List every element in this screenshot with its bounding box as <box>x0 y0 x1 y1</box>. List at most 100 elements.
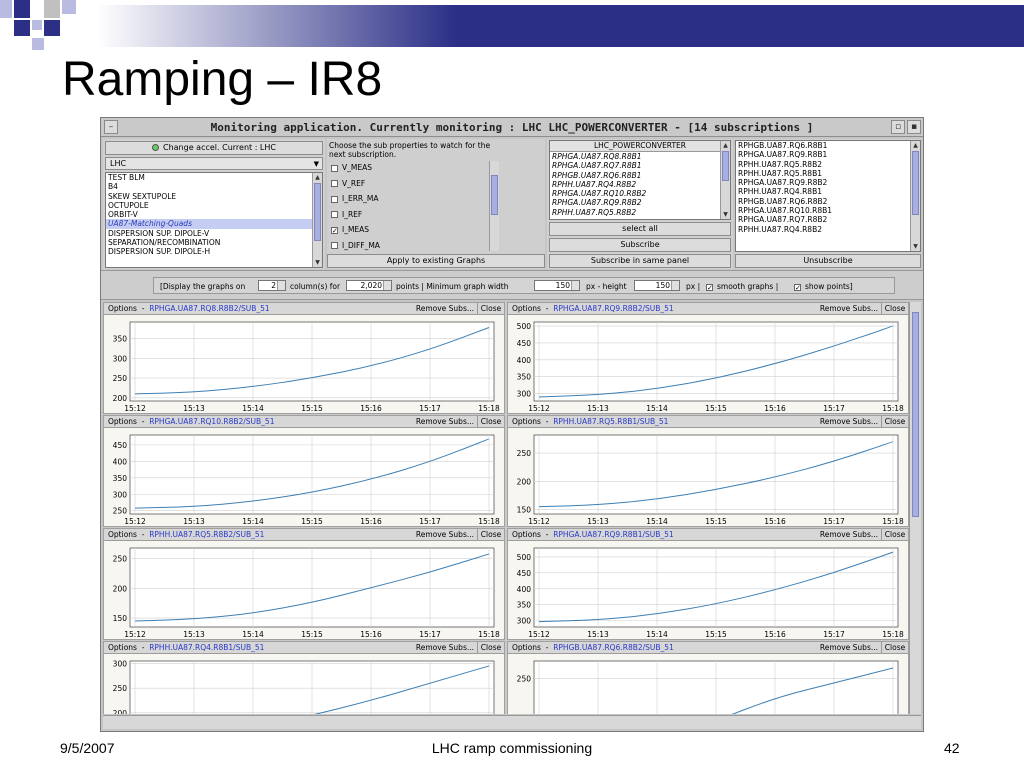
converter-list-scrollbar[interactable]: ▲ ▼ <box>720 141 730 219</box>
scroll-thumb[interactable] <box>314 183 321 241</box>
points-spinner[interactable]: 2,020 <box>346 280 392 291</box>
converter-list-item[interactable]: RPHGA.UA87.RQ7.R8B1 <box>550 161 730 170</box>
converter-list-item[interactable]: RPHH.UA87.RQ4.R8B2 <box>550 180 730 189</box>
subscription-list-item[interactable]: RPHGA.UA87.RQ9.R8B2 <box>736 178 920 187</box>
properties-scrollbar[interactable] <box>489 161 499 251</box>
scroll-down-icon[interactable]: ▼ <box>721 210 730 219</box>
subscription-list-item[interactable]: RPHH.UA87.RQ5.R8B1 <box>736 169 920 178</box>
accel-select[interactable]: LHC ▼ <box>105 157 323 170</box>
y-tick-label: 400 <box>113 457 128 466</box>
converter-list-item[interactable]: RPHH.UA87.RQ5.R8B2 <box>550 208 730 217</box>
remove-subs-button[interactable]: Remove Subs... <box>416 643 474 652</box>
options-label: Options <box>108 530 137 539</box>
graph-options-menu[interactable]: Options - RPHH.UA87.RQ5.R8B2/SUB_51 <box>108 530 264 539</box>
close-graph-button[interactable]: Close <box>881 416 908 427</box>
close-graph-button[interactable]: Close <box>881 303 908 314</box>
subscription-list-item[interactable]: RPHGA.UA87.RQ9.R8B1 <box>736 150 920 159</box>
subscription-list-item[interactable]: RPHH.UA87.RQ4.R8B2 <box>736 225 920 234</box>
subscription-list-item[interactable]: RPHGB.UA87.RQ6.R8B2 <box>736 197 920 206</box>
graph-options-menu[interactable]: Options - RPHGA.UA87.RQ10.R8B2/SUB_51 <box>108 417 274 426</box>
property-checkbox-i-err-ma[interactable]: I_ERR_MA <box>331 194 378 203</box>
scroll-thumb[interactable] <box>912 312 919 517</box>
subscription-list-item[interactable]: RPHGA.UA87.RQ10.R8B1 <box>736 206 920 215</box>
y-tick-label: 400 <box>517 356 532 365</box>
scroll-up-icon[interactable]: ▲ <box>313 173 322 182</box>
properties-panel: Choose the sub properties to watch for t… <box>327 139 545 269</box>
property-checkbox-v-meas[interactable]: V_MEAS <box>331 163 372 172</box>
x-tick-label: 15:13 <box>587 517 609 526</box>
smooth-graphs-checkbox[interactable]: ✓ smooth graphs | <box>706 282 778 291</box>
subscription-list-item[interactable]: RPHGB.UA87.RQ6.R8B1 <box>736 141 920 150</box>
system-list-item[interactable]: OCTUPOLE <box>106 201 322 210</box>
x-tick-label: 15:17 <box>823 404 845 413</box>
system-list-item[interactable]: UA87-Matching-Quads <box>106 219 322 229</box>
remove-subs-button[interactable]: Remove Subs... <box>416 417 474 426</box>
system-list-item[interactable]: DISPERSION SUP. DIPOLE-H <box>106 247 322 256</box>
minimize-button[interactable]: ▫ <box>891 120 905 134</box>
select-all-button[interactable]: select all <box>549 222 731 236</box>
system-list-item[interactable]: TEST BLM <box>106 173 322 182</box>
monitoring-app-window: – Monitoring application. Currently moni… <box>100 117 924 732</box>
graph-options-menu[interactable]: Options - RPHGA.UA87.RQ8.R8B2/SUB_51 <box>108 304 270 313</box>
graph-options-menu[interactable]: Options - RPHGA.UA87.RQ9.R8B2/SUB_51 <box>512 304 674 313</box>
remove-subs-button[interactable]: Remove Subs... <box>416 530 474 539</box>
remove-subs-button[interactable]: Remove Subs... <box>820 304 878 313</box>
width-spinner[interactable]: 150 <box>534 280 580 291</box>
scroll-up-icon[interactable]: ▲ <box>721 141 730 150</box>
converter-list-item[interactable]: RPHGA.UA87.RQ8.R8B1 <box>550 152 730 161</box>
remove-subs-button[interactable]: Remove Subs... <box>820 417 878 426</box>
system-list-item[interactable]: DISPERSION SUP. DIPOLE-V <box>106 229 322 238</box>
graph-options-menu[interactable]: Options - RPHH.UA87.RQ5.R8B1/SUB_51 <box>512 417 668 426</box>
subscription-list-item[interactable]: RPHGA.UA87.RQ7.R8B2 <box>736 215 920 224</box>
scroll-thumb[interactable] <box>912 151 919 215</box>
subscribe-same-panel-button[interactable]: Subscribe in same panel <box>549 254 731 268</box>
apply-to-graphs-button[interactable]: Apply to existing Graphs <box>327 254 545 268</box>
scroll-down-icon[interactable]: ▼ <box>313 258 322 267</box>
scroll-up-icon[interactable]: ▲ <box>911 141 920 150</box>
checkbox-empty-icon <box>331 242 338 249</box>
unsubscribe-button[interactable]: Unsubscribe <box>735 254 921 268</box>
system-list-item[interactable]: SEPARATION/RECOMBINATION <box>106 238 322 247</box>
close-graph-button[interactable]: Close <box>881 642 908 653</box>
property-checkbox-i-ref[interactable]: I_REF <box>331 210 362 219</box>
remove-subs-button[interactable]: Remove Subs... <box>820 643 878 652</box>
converter-list-item[interactable]: RPHGA.UA87.RQ9.R8B2 <box>550 198 730 207</box>
scroll-thumb[interactable] <box>722 151 729 181</box>
system-list-item[interactable]: ORBIT-V <box>106 210 322 219</box>
system-list-item[interactable]: SKEW SEXTUPOLE <box>106 192 322 201</box>
converter-list-item[interactable]: RPHGA.UA87.RQ10.R8B2 <box>550 189 730 198</box>
maximize-button[interactable]: ▪ <box>907 120 921 134</box>
graph-options-menu[interactable]: Options - RPHGA.UA87.RQ9.R8B1/SUB_51 <box>512 530 674 539</box>
remove-subs-button[interactable]: Remove Subs... <box>416 304 474 313</box>
subscribe-button[interactable]: Subscribe <box>549 238 731 252</box>
property-checkbox-v-ref[interactable]: V_REF <box>331 179 365 188</box>
height-spinner[interactable]: 150 <box>634 280 680 291</box>
system-list-scrollbar[interactable]: ▲ ▼ <box>312 173 322 267</box>
graph-options-menu[interactable]: Options - RPHGB.UA87.RQ6.R8B2/SUB_51 <box>512 643 674 652</box>
subscription-list-item[interactable]: RPHH.UA87.RQ4.R8B1 <box>736 187 920 196</box>
graph-chart: 250 300 350 400 450 15:12 15:13 15:14 15:15 15:16… <box>113 434 500 526</box>
show-points-checkbox[interactable]: ✓ show points] <box>794 282 853 291</box>
remove-subs-button[interactable]: Remove Subs... <box>820 530 878 539</box>
converter-list[interactable]: LHC_POWERCONVERTER RPHGA.UA87.RQ8.R8B1 RP… <box>549 140 731 220</box>
system-list-item[interactable]: B4 <box>106 182 322 191</box>
close-graph-button[interactable]: Close <box>477 529 504 540</box>
subscription-list-scrollbar[interactable]: ▲ ▼ <box>910 141 920 251</box>
system-list[interactable]: TEST BLM B4 SKEW SEXTUPOLE OCTUPOLE ORBIT-V U… <box>105 172 323 268</box>
close-graph-button[interactable]: Close <box>477 303 504 314</box>
subscription-list-item[interactable]: RPHH.UA87.RQ5.R8B2 <box>736 160 920 169</box>
graph-options-menu[interactable]: Options - RPHH.UA87.RQ4.R8B1/SUB_51 <box>108 643 264 652</box>
change-accel-button[interactable]: Change accel. Current : LHC <box>105 141 323 155</box>
converter-list-item[interactable]: RPHGB.UA87.RQ6.R8B1 <box>550 171 730 180</box>
scroll-down-icon[interactable]: ▼ <box>911 242 920 251</box>
graphs-horizontal-scrollbar[interactable] <box>103 715 921 729</box>
property-checkbox-i-diff-ma[interactable]: I_DIFF_MA <box>331 241 380 250</box>
subscription-list[interactable]: RPHGB.UA87.RQ6.R8B1 RPHGA.UA87.RQ9.R8B1 RP… <box>735 140 921 252</box>
graphs-vertical-scrollbar[interactable] <box>909 302 921 714</box>
close-graph-button[interactable]: Close <box>477 642 504 653</box>
scroll-thumb[interactable] <box>491 175 498 215</box>
close-graph-button[interactable]: Close <box>881 529 908 540</box>
property-checkbox-i-meas[interactable]: ✓ I_MEAS <box>331 225 369 234</box>
columns-spinner[interactable]: 2 <box>258 280 286 291</box>
close-graph-button[interactable]: Close <box>477 416 504 427</box>
